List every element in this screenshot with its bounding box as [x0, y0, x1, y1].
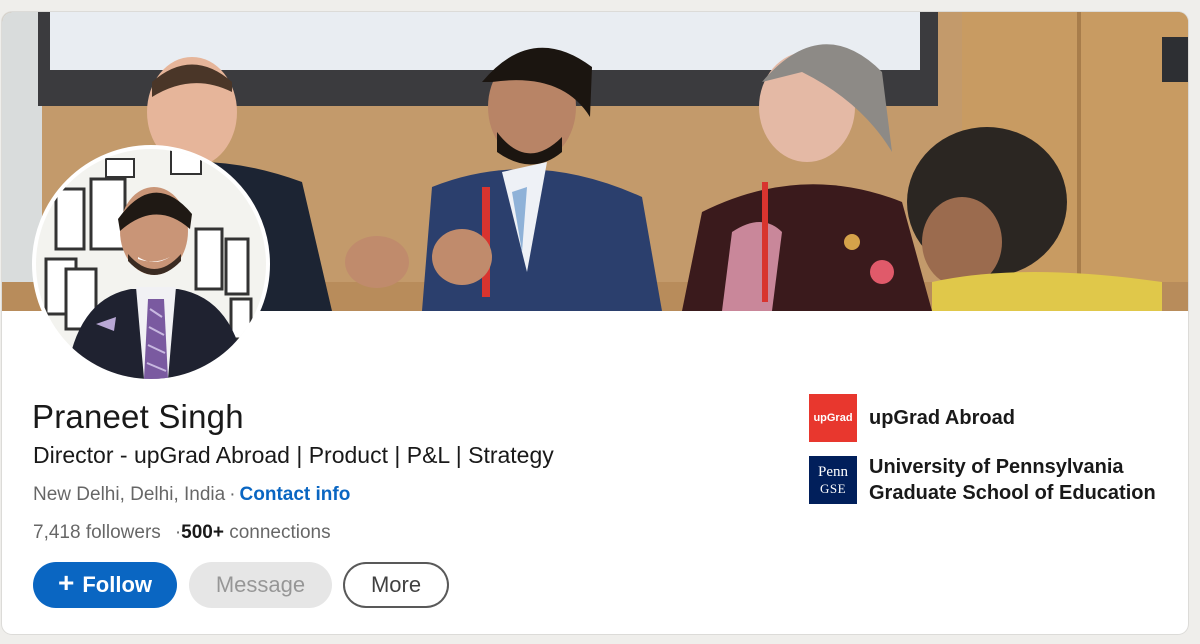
- profile-photo[interactable]: [32, 145, 270, 383]
- location-row: New Delhi, Delhi, India · Contact info: [33, 484, 350, 506]
- profile-name: Praneet Singh: [32, 398, 244, 435]
- penn-gse-logo: Penn GSE: [809, 456, 857, 504]
- more-label: More: [370, 572, 422, 597]
- followers-label: followers: [85, 522, 161, 543]
- message-button[interactable]: Message: [189, 562, 332, 608]
- profile-card: Praneet Singh Director - upGrad Abroad |…: [2, 12, 1188, 634]
- education-penn[interactable]: Penn GSE University of Pennsylvania Grad…: [809, 454, 1156, 506]
- plus-icon: +: [57, 567, 75, 598]
- experience-upgrad-name: upGrad Abroad: [869, 407, 1015, 429]
- message-label: Message: [215, 572, 306, 597]
- contact-info-link[interactable]: Contact info: [240, 484, 351, 505]
- followers-count: 7,418: [33, 522, 81, 543]
- follow-label: Follow: [82, 572, 152, 597]
- connections-count[interactable]: 500+: [181, 522, 224, 543]
- network-row: 7,418 followers ·500+ connections: [33, 522, 331, 544]
- location-separator: ·: [229, 484, 236, 505]
- education-penn-name: University of Pennsylvania Graduate Scho…: [869, 454, 1156, 506]
- profile-headline: Director - upGrad Abroad | Product | P&L…: [33, 442, 554, 468]
- upgrad-logo: upGrad: [809, 394, 857, 442]
- more-button[interactable]: More: [343, 562, 449, 608]
- experience-upgrad[interactable]: upGrad upGrad Abroad: [809, 394, 1015, 442]
- education-name-line1: University of Pennsylvania: [869, 456, 1124, 478]
- education-name-line2: Graduate School of Education: [869, 482, 1156, 504]
- follow-button[interactable]: + Follow: [33, 562, 177, 608]
- connections-label[interactable]: connections: [229, 522, 330, 543]
- location-text: New Delhi, Delhi, India: [33, 484, 226, 505]
